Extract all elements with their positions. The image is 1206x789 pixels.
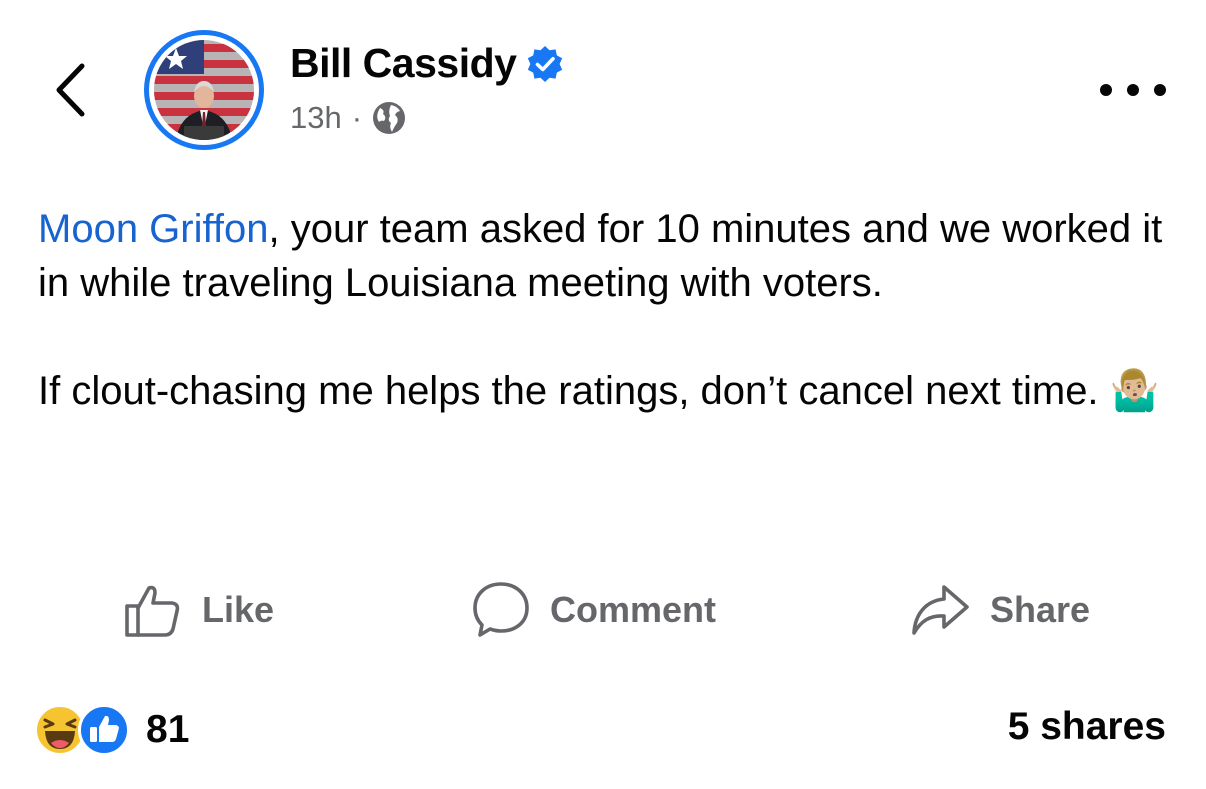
action-bar: Like Comment Share [0, 572, 1206, 648]
shares-count[interactable]: 5 shares [1008, 705, 1166, 749]
dot-icon [1127, 84, 1139, 96]
post-meta: 13h · [290, 100, 406, 136]
share-label: Share [990, 589, 1091, 630]
post-timestamp[interactable]: 13h [290, 100, 342, 136]
reaction-count: 81 [146, 708, 190, 751]
mention-link[interactable]: Moon Griffon [38, 207, 269, 251]
post-paragraph: If clout-chasing me helps the ratings, d… [38, 364, 1178, 418]
like-button[interactable]: Like [124, 572, 274, 648]
dot-icon [1100, 84, 1112, 96]
chevron-left-icon [56, 63, 85, 117]
like-label: Like [202, 589, 275, 630]
comment-bubble-icon [473, 582, 529, 637]
post-body: Moon Griffon, your team asked for 10 min… [38, 202, 1178, 418]
back-button[interactable] [48, 58, 92, 122]
post-paragraph: Moon Griffon, your team asked for 10 min… [38, 202, 1178, 310]
comment-button[interactable]: Comment [472, 572, 716, 648]
post-paragraph-text: If clout-chasing me helps the ratings, d… [38, 369, 1099, 413]
reactions-summary[interactable]: 81 [34, 704, 189, 756]
like-reaction-icon [78, 704, 130, 756]
avatar[interactable] [144, 30, 264, 150]
dot-icon [1154, 84, 1166, 96]
share-button[interactable]: Share [910, 572, 1090, 648]
more-options-button[interactable] [1100, 72, 1166, 108]
share-arrow-icon [912, 585, 969, 635]
author-header: Bill Cassidy [290, 40, 564, 87]
globe-icon [373, 102, 406, 134]
comment-label: Comment [550, 589, 717, 630]
meta-separator: · [351, 100, 363, 135]
profile-photo [154, 40, 254, 140]
thumbs-up-icon [125, 585, 180, 637]
shrug-emoji-icon: 🤷🏼‍♂️ [1109, 369, 1160, 413]
author-name[interactable]: Bill Cassidy [290, 40, 517, 87]
verified-badge-icon [528, 45, 563, 82]
